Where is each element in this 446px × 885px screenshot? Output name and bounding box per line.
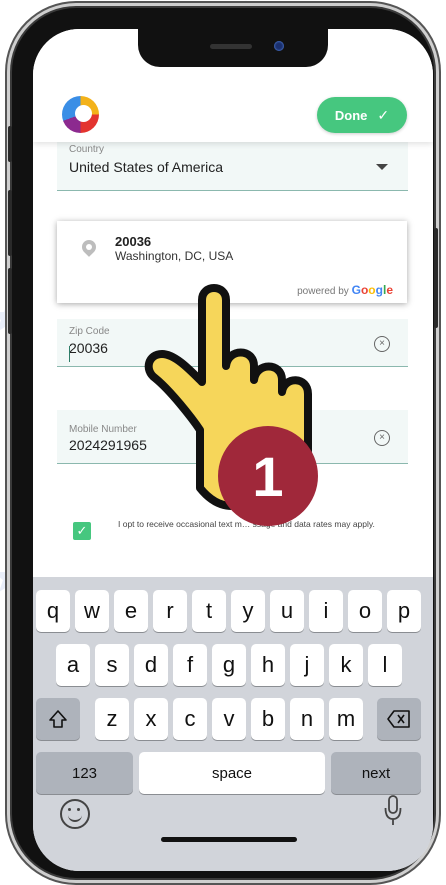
- key-m[interactable]: m: [329, 698, 363, 740]
- key-r[interactable]: r: [153, 590, 187, 632]
- zip-label: Zip Code: [69, 326, 110, 337]
- backspace-icon: [387, 710, 410, 728]
- key-q[interactable]: q: [36, 590, 70, 632]
- key-c[interactable]: c: [173, 698, 207, 740]
- key-l[interactable]: l: [368, 644, 402, 686]
- key-g[interactable]: g: [212, 644, 246, 686]
- suggestion-title: 20036: [115, 234, 152, 249]
- keyboard: q w e r t y u i o p a s d f g h j k l z …: [33, 577, 433, 871]
- key-p[interactable]: p: [387, 590, 421, 632]
- zip-value: 20036: [69, 340, 108, 356]
- key-e[interactable]: e: [114, 590, 148, 632]
- key-o[interactable]: o: [348, 590, 382, 632]
- key-t[interactable]: t: [192, 590, 226, 632]
- camera-icon: [274, 41, 284, 51]
- key-n[interactable]: n: [290, 698, 324, 740]
- numbers-key[interactable]: 123: [36, 752, 133, 794]
- key-x[interactable]: x: [134, 698, 168, 740]
- key-f[interactable]: f: [173, 644, 207, 686]
- done-button[interactable]: Done ✓: [317, 97, 407, 133]
- key-a[interactable]: a: [56, 644, 90, 686]
- country-label: Country: [69, 144, 105, 155]
- key-z[interactable]: z: [95, 698, 129, 740]
- space-key[interactable]: space: [139, 752, 325, 794]
- clear-icon[interactable]: ×: [374, 430, 390, 446]
- shift-key[interactable]: [36, 698, 80, 740]
- key-v[interactable]: v: [212, 698, 246, 740]
- suggestion-subtitle: Washington, DC, USA: [115, 249, 234, 263]
- key-y[interactable]: y: [231, 590, 265, 632]
- key-b[interactable]: b: [251, 698, 285, 740]
- notch: [138, 29, 328, 67]
- key-w[interactable]: w: [75, 590, 109, 632]
- step-number: 1: [252, 445, 283, 508]
- key-s[interactable]: s: [95, 644, 129, 686]
- mobile-label: Mobile Number: [69, 424, 137, 435]
- key-d[interactable]: d: [134, 644, 168, 686]
- key-u[interactable]: u: [270, 590, 304, 632]
- tap-hand-annotation: 1: [144, 284, 318, 526]
- emoji-icon[interactable]: [60, 799, 90, 829]
- clear-icon[interactable]: ×: [374, 336, 390, 352]
- country-select[interactable]: Country United States of America: [57, 139, 408, 191]
- home-indicator: [161, 837, 297, 842]
- checkmark-icon: ✓: [377, 106, 390, 123]
- done-label: Done: [334, 107, 368, 123]
- optin-checkbox[interactable]: ✓: [73, 522, 91, 540]
- location-pin-icon: [79, 237, 99, 257]
- shift-icon: [49, 710, 67, 728]
- key-h[interactable]: h: [251, 644, 285, 686]
- text-cursor: [69, 346, 70, 362]
- next-key[interactable]: next: [331, 752, 421, 794]
- key-i[interactable]: i: [309, 590, 343, 632]
- speaker: [210, 44, 252, 49]
- country-value: United States of America: [69, 159, 224, 175]
- key-k[interactable]: k: [329, 644, 363, 686]
- app-logo: [62, 96, 99, 133]
- microphone-icon[interactable]: [384, 795, 402, 827]
- key-j[interactable]: j: [290, 644, 324, 686]
- chevron-down-icon: [376, 164, 388, 170]
- backspace-key[interactable]: [377, 698, 421, 740]
